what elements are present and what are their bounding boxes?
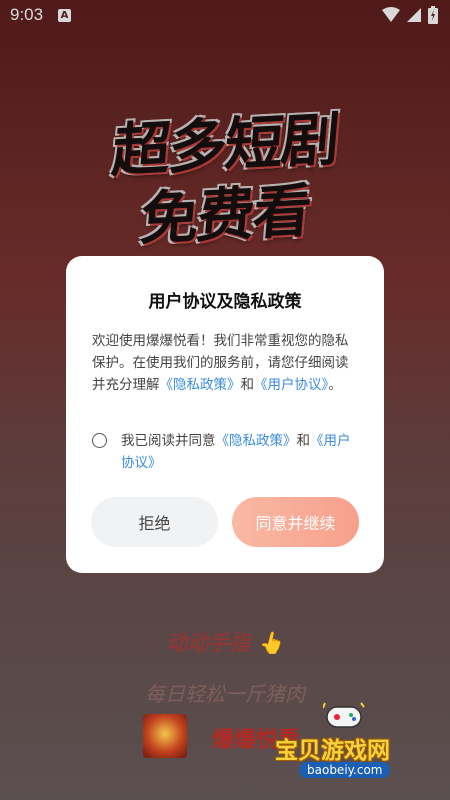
watermark-title: 宝贝游戏网 — [275, 738, 390, 764]
dialog-title: 用户协议及隐私政策 — [148, 292, 302, 312]
user-agreement-link[interactable]: 《用户协议》 — [254, 377, 328, 393]
agree-prefix: 我已阅读并同意 — [121, 433, 216, 449]
game-controller-icon — [323, 702, 365, 728]
promo-line-2: 每日轻松一斤猪肉 — [145, 682, 305, 706]
dialog-body: 欢迎使用爆爆悦看！我们非常重视您的隐私保护。在使用我们的服务前，请您仔细阅读并充… — [92, 330, 360, 396]
agree-text: 我已阅读并同意《隐私政策》和《用户协议》 — [92, 430, 360, 474]
accept-continue-button[interactable]: 同意并继续 — [232, 497, 359, 547]
agree-radio-button[interactable] — [92, 433, 107, 448]
dialog-body-and: 和 — [240, 377, 255, 393]
promo-line-1: 动动手指 👆 — [166, 631, 284, 655]
privacy-policy-link[interactable]: 《隐私政策》 — [160, 377, 241, 393]
agree-checkbox-row[interactable]: 我已阅读并同意《隐私政策》和《用户协议》 — [92, 430, 360, 474]
reject-button[interactable]: 拒绝 — [91, 497, 218, 547]
dialog-body-suffix: 。 — [328, 377, 342, 393]
watermark-url: baobeiy.com — [299, 762, 391, 778]
privacy-dialog: 用户协议及隐私政策 欢迎使用爆爆悦看！我们非常重视您的隐私保护。在使用我们的服务… — [66, 256, 384, 573]
watermark: 宝贝游戏网 baobeiy.com — [275, 702, 445, 785]
agree-and: 和 — [296, 433, 311, 449]
app-logo — [143, 714, 187, 758]
agree-privacy-link[interactable]: 《隐私政策》 — [216, 433, 297, 449]
